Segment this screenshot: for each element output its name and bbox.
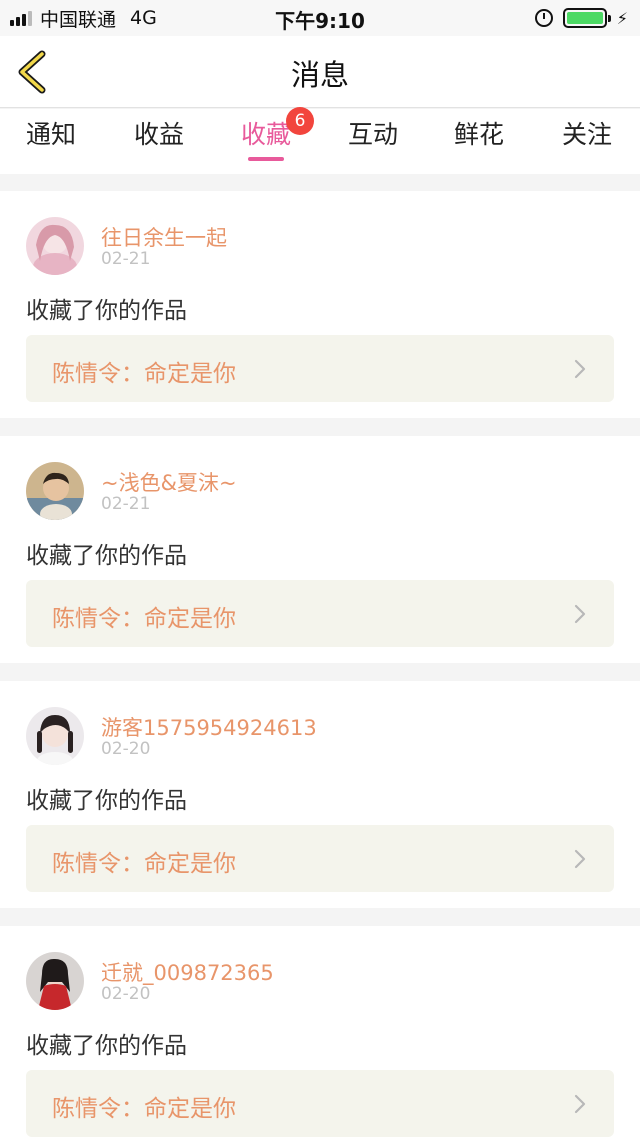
tab-label: 收益 [133, 120, 184, 149]
work-title: 陈情令：命定是你 [52, 361, 236, 387]
message-date: 02-21 [101, 494, 151, 514]
chevron-right-icon [574, 359, 586, 379]
avatar[interactable] [26, 707, 84, 765]
tab-favorites[interactable]: 收藏 6 [216, 107, 316, 167]
message-text: 收藏了你的作品 [26, 543, 187, 569]
avatar[interactable] [26, 952, 84, 1010]
work-link[interactable]: 陈情令：命定是你 [26, 580, 614, 647]
tab-interactions[interactable]: 互动 [323, 115, 423, 167]
message-card: ~浅色&夏沫~ 02-21 收藏了你的作品 陈情令：命定是你 [0, 436, 640, 663]
message-card: 往日余生一起 02-21 收藏了你的作品 陈情令：命定是你 [0, 191, 640, 418]
battery-icon [562, 8, 611, 28]
tab-earnings[interactable]: 收益 [109, 115, 209, 167]
work-title: 陈情令：命定是你 [52, 1096, 236, 1122]
message-date: 02-21 [101, 249, 151, 269]
work-link[interactable]: 陈情令：命定是你 [26, 1070, 614, 1137]
work-link[interactable]: 陈情令：命定是你 [26, 825, 614, 892]
nav-bar: 消息 [0, 36, 640, 108]
charging-icon: ⚡ [616, 8, 628, 28]
username[interactable]: 游客1575954924613 [101, 712, 317, 742]
tab-notifications[interactable]: 通知 [1, 115, 101, 167]
active-tab-indicator [248, 157, 284, 161]
avatar[interactable] [26, 462, 84, 520]
status-right: ⚡ [534, 6, 628, 30]
username[interactable]: 往日余生一起 [101, 222, 227, 252]
work-title: 陈情令：命定是你 [52, 606, 236, 632]
page-title: 消息 [290, 58, 349, 92]
message-card: 迁就_009872365 02-20 收藏了你的作品 陈情令：命定是你 [0, 926, 640, 1139]
chevron-right-icon [574, 1094, 586, 1114]
message-date: 02-20 [101, 739, 151, 759]
username[interactable]: 迁就_009872365 [101, 957, 274, 987]
message-card: 游客1575954924613 02-20 收藏了你的作品 陈情令：命定是你 [0, 681, 640, 908]
tab-label: 鲜花 [453, 120, 504, 149]
alarm-icon [534, 9, 553, 27]
tab-bar: 通知 收益 收藏 6 互动 鲜花 关注 [0, 107, 640, 174]
chevron-right-icon [574, 849, 586, 869]
message-text: 收藏了你的作品 [26, 298, 187, 324]
message-text: 收藏了你的作品 [26, 1033, 187, 1059]
unread-badge: 6 [286, 107, 314, 135]
avatar[interactable] [26, 217, 84, 275]
chevron-right-icon [574, 604, 586, 624]
status-bar: 中国联通 4G 下午9:10 ⚡ [0, 0, 640, 36]
message-text: 收藏了你的作品 [26, 788, 187, 814]
tab-label: 收藏 [240, 120, 291, 149]
message-date: 02-20 [101, 984, 151, 1004]
chevron-left-icon [18, 50, 46, 94]
tab-follows[interactable]: 关注 [537, 115, 637, 167]
tab-flowers[interactable]: 鲜花 [429, 115, 529, 167]
work-link[interactable]: 陈情令：命定是你 [26, 335, 614, 402]
work-title: 陈情令：命定是你 [52, 851, 236, 877]
username[interactable]: ~浅色&夏沫~ [101, 467, 237, 497]
back-button[interactable] [14, 48, 54, 96]
tab-label: 互动 [347, 120, 398, 149]
tab-label: 通知 [25, 120, 76, 149]
tab-label: 关注 [561, 120, 612, 149]
